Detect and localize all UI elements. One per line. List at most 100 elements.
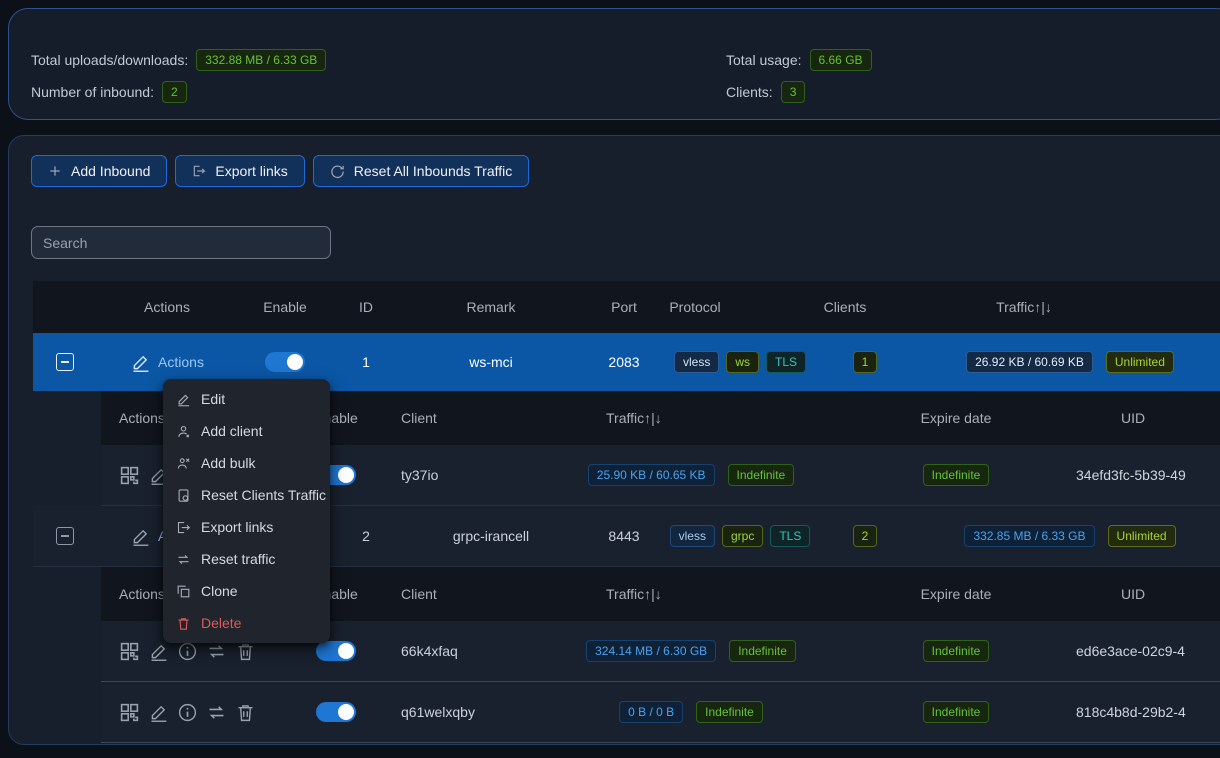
inbound-protocol-tags: vless grpc TLS xyxy=(665,506,815,566)
client-uid: ed6e3ace-02c9-4 xyxy=(1076,643,1185,659)
export-links-button[interactable]: Export links xyxy=(175,155,304,187)
export-icon xyxy=(176,520,191,535)
protocol-tag: vless xyxy=(674,351,719,373)
delete-icon[interactable] xyxy=(235,641,256,662)
stats-card: Total uploads/downloads: 332.88 MB / 6.3… xyxy=(8,8,1220,120)
menu-item-label: Edit xyxy=(201,391,225,407)
client-uid: 818c4b8d-29b2-4 xyxy=(1076,704,1186,720)
client-name: 66k4xfaq xyxy=(401,621,546,681)
protocol-tag: ws xyxy=(726,351,759,373)
client-expire-badge: Indefinite xyxy=(923,464,990,486)
protocol-tag: TLS xyxy=(766,351,806,373)
delete-icon xyxy=(176,616,191,631)
stat-total-usage: Total usage: 6.66 GB xyxy=(726,49,872,71)
search-input[interactable] xyxy=(31,226,331,259)
header-port: Port xyxy=(583,281,665,333)
header-protocol: Protocol xyxy=(665,281,815,333)
stat-label: Total uploads/downloads: xyxy=(31,52,188,68)
edit-icon[interactable] xyxy=(148,702,169,723)
stat-label: Clients: xyxy=(726,84,773,100)
inbound-id: 1 xyxy=(333,333,399,391)
inbound-actions-dropdown[interactable]: Actions xyxy=(130,352,204,373)
sub-header-traffic-sortable[interactable]: Traffic↑|↓ xyxy=(546,391,836,445)
header-traffic-sortable[interactable]: Traffic↑|↓ xyxy=(915,281,1220,333)
info-icon[interactable] xyxy=(177,702,198,723)
client-name: ty37io xyxy=(401,445,546,505)
menu-item-delete[interactable]: Delete xyxy=(163,607,330,639)
header-actions: Actions xyxy=(97,281,237,333)
info-icon[interactable] xyxy=(177,641,198,662)
table-header-row: Actions Enable ID Remark Port Protocol C… xyxy=(33,281,1220,333)
enable-toggle[interactable] xyxy=(265,352,305,372)
sub-header-expire: Expire date xyxy=(836,391,1076,445)
inbound-protocol-tags: vless ws TLS xyxy=(665,333,815,391)
menu-item-label: Add bulk xyxy=(201,455,255,471)
reset-traffic-icon[interactable] xyxy=(206,702,227,723)
stat-value-badge: 6.66 GB xyxy=(810,49,872,71)
inbound-port: 8443 xyxy=(583,506,665,566)
sub-header-client: Client xyxy=(401,567,546,621)
actions-context-menu: Edit Add client Add bulk Reset Clients T… xyxy=(163,379,330,643)
stat-clients: Clients: 3 xyxy=(726,81,805,103)
edit-icon xyxy=(130,352,151,373)
traffic-limit-badge: Unlimited xyxy=(1106,351,1174,373)
menu-item-add-bulk[interactable]: Add bulk xyxy=(163,447,330,479)
clone-icon xyxy=(176,584,191,599)
header-clients: Clients xyxy=(815,281,915,333)
menu-item-label: Export links xyxy=(201,519,273,535)
reset-traffic-icon[interactable] xyxy=(206,641,227,662)
client-row: q61welxqby 0 B / 0 B Indefinite Indefini… xyxy=(101,682,1220,743)
menu-item-reset-traffic[interactable]: Reset traffic xyxy=(163,543,330,575)
traffic-badge: 26.92 KB / 60.69 KB xyxy=(966,351,1093,373)
qrcode-icon[interactable] xyxy=(119,465,140,486)
reset-all-inbounds-traffic-button[interactable]: Reset All Inbounds Traffic xyxy=(313,155,530,187)
client-enable-toggle[interactable] xyxy=(316,641,356,661)
client-traffic-limit-badge: Indefinite xyxy=(729,640,796,662)
reset-clients-traffic-icon xyxy=(176,488,191,503)
traffic-badge: 332.85 MB / 6.33 GB xyxy=(964,525,1094,547)
clients-count-badge: 1 xyxy=(853,351,878,373)
clients-count-badge: 2 xyxy=(853,525,878,547)
sub-header-expire: Expire date xyxy=(836,567,1076,621)
menu-item-label: Reset Clients Traffic xyxy=(201,487,326,503)
add-inbound-button[interactable]: Add Inbound xyxy=(31,155,167,187)
export-icon xyxy=(192,164,206,178)
reset-all-label: Reset All Inbounds Traffic xyxy=(354,163,513,179)
delete-icon[interactable] xyxy=(235,702,256,723)
collapse-row-button[interactable] xyxy=(56,353,74,371)
menu-item-add-client[interactable]: Add client xyxy=(163,415,330,447)
reset-traffic-icon xyxy=(176,552,191,567)
plus-icon xyxy=(48,164,62,178)
edit-icon xyxy=(176,392,191,407)
add-inbound-label: Add Inbound xyxy=(71,163,150,179)
stat-number-of-inbound: Number of inbound: 2 xyxy=(31,81,187,103)
menu-item-label: Add client xyxy=(201,423,262,439)
menu-item-edit[interactable]: Edit xyxy=(163,383,330,415)
inbound-remark: grpc-irancell xyxy=(399,506,583,566)
export-links-label: Export links xyxy=(215,163,287,179)
menu-item-label: Clone xyxy=(201,583,238,599)
menu-item-clone[interactable]: Clone xyxy=(163,575,330,607)
client-traffic-badge: 324.14 MB / 6.30 GB xyxy=(586,640,716,662)
stat-value-badge: 3 xyxy=(781,81,806,103)
inbound-port: 2083 xyxy=(583,333,665,391)
client-name: q61welxqby xyxy=(401,682,546,742)
client-enable-toggle[interactable] xyxy=(316,702,356,722)
protocol-tag: TLS xyxy=(770,525,810,547)
qrcode-icon[interactable] xyxy=(119,702,140,723)
stat-label: Number of inbound: xyxy=(31,84,154,100)
edit-icon[interactable] xyxy=(148,641,169,662)
reload-icon xyxy=(330,164,345,179)
qrcode-icon[interactable] xyxy=(119,641,140,662)
sub-header-uid: UID xyxy=(1076,391,1220,445)
stat-total-uploads-downloads: Total uploads/downloads: 332.88 MB / 6.3… xyxy=(31,49,326,71)
inbound-id: 2 xyxy=(333,506,399,566)
header-id: ID xyxy=(333,281,399,333)
stat-value-badge: 332.88 MB / 6.33 GB xyxy=(196,49,326,71)
menu-item-reset-clients-traffic[interactable]: Reset Clients Traffic xyxy=(163,479,330,511)
toolbar: Add Inbound Export links Reset All Inbou… xyxy=(31,155,529,187)
sub-header-traffic-sortable[interactable]: Traffic↑|↓ xyxy=(546,567,836,621)
menu-item-export-links[interactable]: Export links xyxy=(163,511,330,543)
client-expire-badge: Indefinite xyxy=(923,701,990,723)
collapse-row-button[interactable] xyxy=(56,527,74,545)
